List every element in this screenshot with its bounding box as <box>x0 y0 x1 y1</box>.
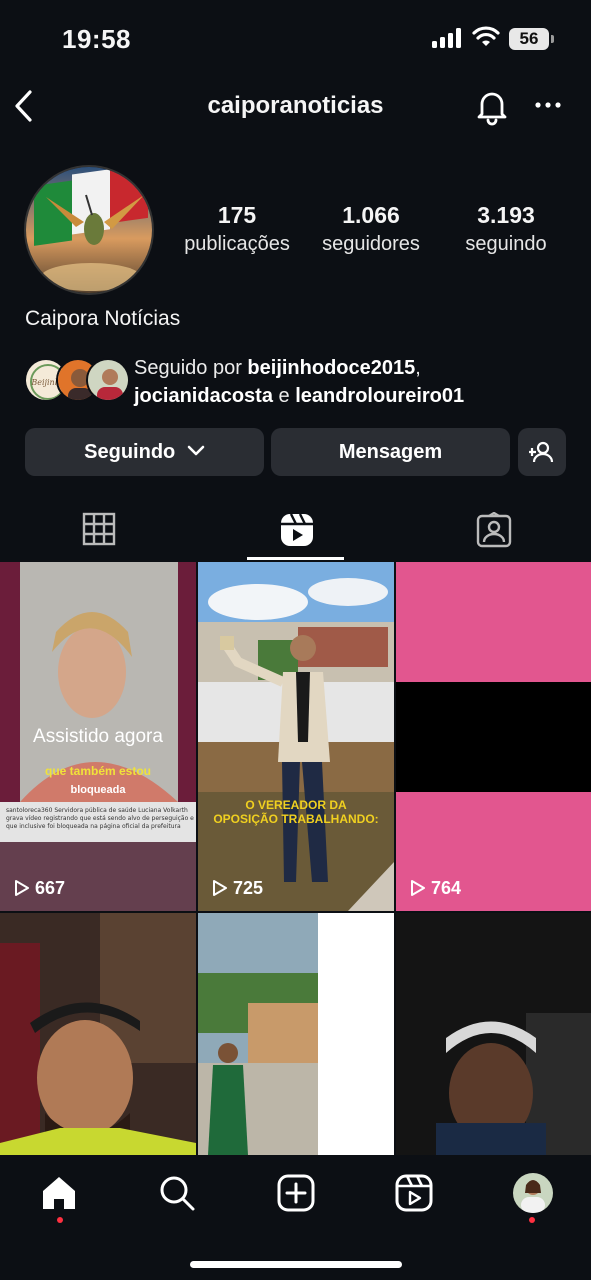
follower-link-3[interactable]: leandroloureiro01 <box>295 385 464 407</box>
nav-reels[interactable] <box>394 1173 434 1213</box>
followed-sep: , <box>415 357 421 379</box>
display-name: Caipora Notícias <box>25 307 181 330</box>
play-count-value: 764 <box>431 878 462 898</box>
profile-avatar[interactable] <box>24 165 154 295</box>
svg-text:que inclusive foi bloqueada na: que inclusive foi bloqueada na página of… <box>6 823 181 830</box>
signal-icon <box>432 28 461 48</box>
play-icon <box>411 880 425 896</box>
reel-thumbnail[interactable] <box>396 913 591 1155</box>
following-button-label: Seguindo <box>84 441 176 463</box>
stat-posts-label: publicações <box>184 233 290 255</box>
followed-prefix: Seguido por <box>134 357 248 379</box>
reels-icon <box>281 513 313 546</box>
home-indicator <box>190 1261 402 1268</box>
stat-following-value: 3.193 <box>477 202 535 228</box>
profile-avatar-icon <box>513 1173 553 1213</box>
nav-search[interactable] <box>157 1173 197 1213</box>
reel-thumbnail[interactable]: O VEREADOR DA OPOSIÇÃO TRABALHANDO: 725 <box>198 562 394 911</box>
reel-thumbnail[interactable]: santoloreca360 Servidora pública de saúd… <box>0 562 196 911</box>
reel-thumbnail[interactable]: 764 <box>396 562 591 911</box>
stat-following[interactable]: 3.193 seguindo <box>456 202 556 256</box>
chevron-down-icon <box>187 445 205 456</box>
play-count-value: 667 <box>35 878 66 898</box>
reel-caption: que também estou <box>44 764 152 778</box>
suggest-people-button[interactable] <box>518 428 566 476</box>
status-bar: 19:58 56 <box>0 0 591 80</box>
watched-now-label: Assistido agora <box>33 726 163 747</box>
battery-icon: 56 <box>509 28 554 50</box>
message-button[interactable]: Mensagem <box>271 428 510 476</box>
followed-and: e <box>272 385 296 407</box>
play-icon <box>213 880 227 896</box>
stat-posts-value: 175 <box>217 202 257 228</box>
tab-posts-grid[interactable] <box>0 500 197 560</box>
stat-posts[interactable]: 175 publicações <box>178 202 296 256</box>
nav-home[interactable] <box>39 1173 79 1213</box>
stat-followers-value: 1.066 <box>342 202 400 228</box>
stat-followers[interactable]: 1.066 seguidores <box>314 202 428 256</box>
followed-by[interactable]: Beijinho Seguido por beijinhodoce2015, j… <box>24 352 584 412</box>
play-count: 725 <box>212 878 263 899</box>
reel-thumbnail[interactable] <box>198 913 394 1155</box>
profile-notification-dot <box>529 1217 535 1223</box>
reel-caption-2: OPOSIÇÃO TRABALHANDO: <box>213 812 379 826</box>
tab-tagged[interactable] <box>394 500 591 560</box>
svg-text:santoloreca360 Servidora públi: santoloreca360 Servidora pública de saúd… <box>6 807 188 814</box>
nav-create[interactable] <box>276 1173 316 1213</box>
nav-profile[interactable] <box>513 1173 553 1213</box>
play-count: 667 <box>14 878 65 899</box>
following-button[interactable]: Seguindo <box>25 428 264 476</box>
follower-link-1[interactable]: beijinhodoce2015 <box>247 357 415 379</box>
more-options-icon[interactable] <box>534 90 562 120</box>
bell-icon[interactable] <box>474 86 510 126</box>
tagged-icon <box>476 512 512 548</box>
home-icon <box>43 1177 75 1209</box>
active-tab-indicator <box>247 557 344 560</box>
stat-followers-label: seguidores <box>322 233 420 255</box>
play-count: 764 <box>410 878 461 899</box>
tab-reels[interactable] <box>197 500 394 560</box>
profile-header: caiporanoticias <box>0 80 591 132</box>
stat-following-label: seguindo <box>465 233 547 255</box>
followed-by-text: Seguido por beijinhodoce2015, jocianidac… <box>134 354 464 410</box>
follower-avatar-3 <box>86 358 130 402</box>
status-time: 19:58 <box>62 24 131 54</box>
wifi-icon <box>472 26 500 46</box>
follower-link-2[interactable]: jocianidacosta <box>134 385 273 407</box>
reels-icon <box>395 1174 433 1212</box>
search-icon <box>160 1176 195 1211</box>
play-count-value: 725 <box>233 878 264 898</box>
svg-text:grava vídeo registrando que es: grava vídeo registrando que está sendo a… <box>6 815 194 822</box>
reel-caption: O VEREADOR DA <box>245 798 347 812</box>
home-notification-dot <box>57 1217 63 1223</box>
add-post-icon <box>277 1174 315 1212</box>
play-icon <box>15 880 29 896</box>
message-button-label: Mensagem <box>338 441 443 463</box>
add-person-icon <box>528 441 554 463</box>
reel-caption-2: bloqueada <box>70 784 126 796</box>
reel-thumbnail[interactable] <box>0 913 196 1155</box>
grid-icon <box>82 512 116 546</box>
